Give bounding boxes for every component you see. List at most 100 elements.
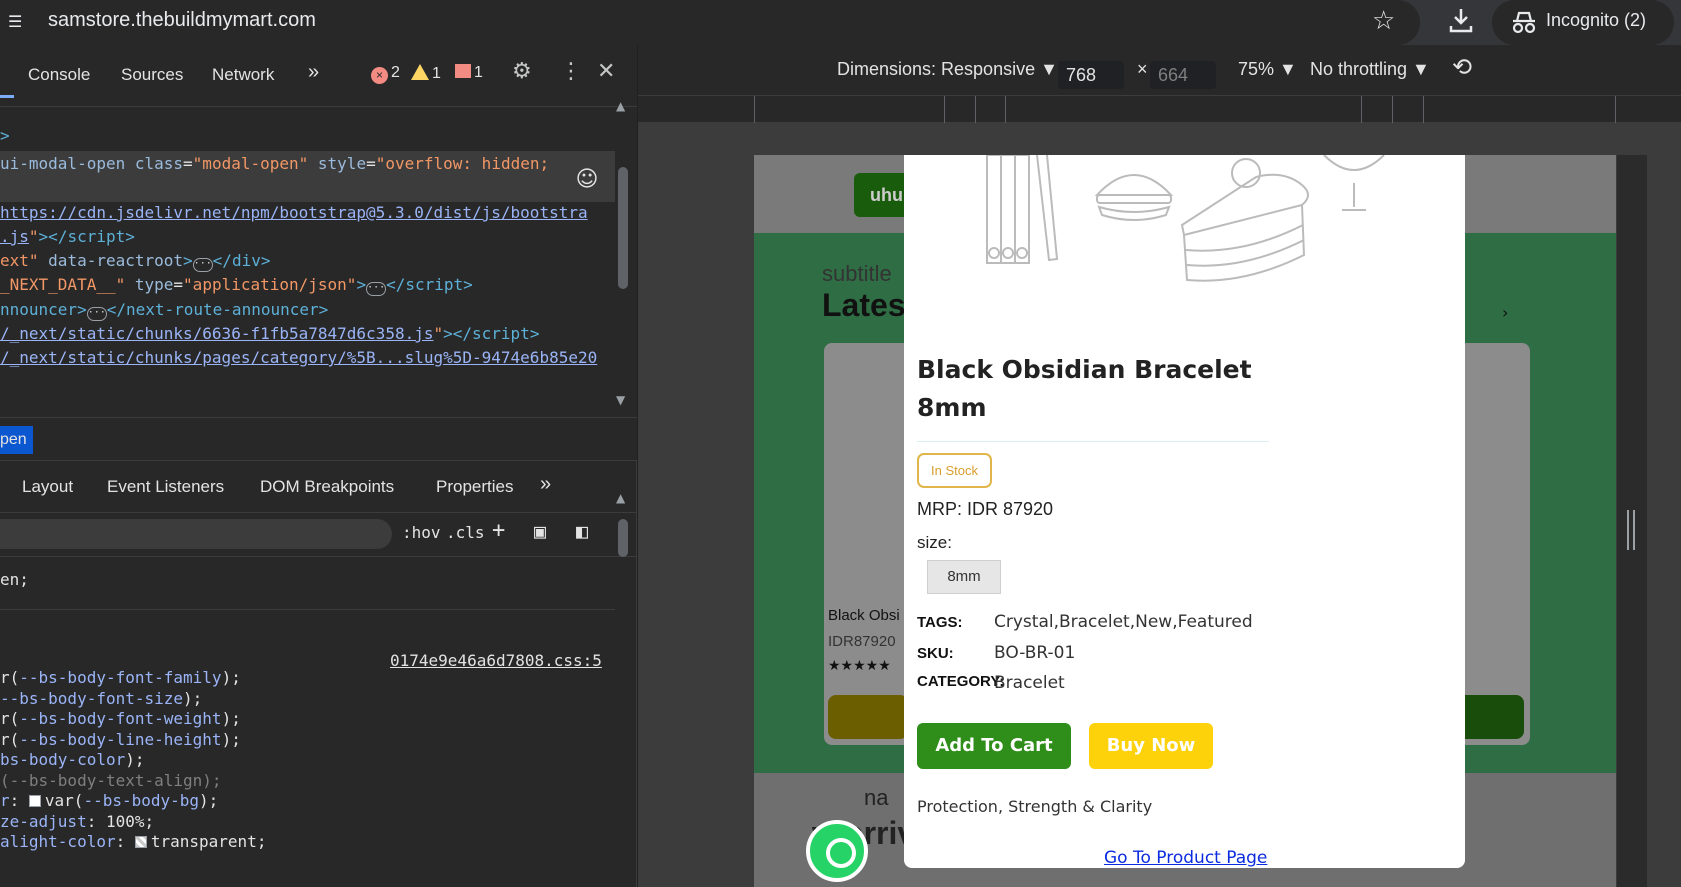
- ruler-tick: [1392, 96, 1393, 124]
- card-product-name: Black Obsi: [828, 607, 900, 624]
- tab-event-listeners[interactable]: Event Listeners: [107, 477, 224, 497]
- tab-properties[interactable]: Properties: [436, 477, 513, 497]
- warning-icon: [411, 64, 429, 80]
- dom-node-line[interactable]: ui-modal-open class="modal-open" style="…: [0, 151, 615, 177]
- css-declaration[interactable]: bs-body-color);: [0, 749, 145, 771]
- issues-count-badge[interactable]: 1: [455, 64, 483, 82]
- css-declaration[interactable]: ze-adjust: 100%;: [0, 811, 154, 833]
- dom-tree[interactable]: > ui-modal-open class="modal-open" style=…: [0, 107, 637, 417]
- tab-layout[interactable]: Layout: [22, 477, 73, 497]
- tab-network[interactable]: Network: [212, 65, 274, 85]
- error-count-badge[interactable]: × 2: [371, 64, 400, 84]
- product-page-link[interactable]: Go To Product Page: [1104, 848, 1267, 868]
- add-to-cart-button[interactable]: Add To Cart: [917, 723, 1071, 769]
- ruler-tick: [944, 96, 945, 124]
- dom-node-line[interactable]: _NEXT_DATA__" type="application/json">··…: [0, 272, 473, 298]
- dom-node-line[interactable]: .js"></script>: [0, 224, 135, 250]
- mrp-value: IDR 87920: [967, 499, 1054, 519]
- dimensions-dropdown[interactable]: Dimensions: Responsive ▼: [837, 59, 1058, 80]
- section2-subtitle: na: [864, 785, 889, 810]
- css-declaration[interactable]: r(--bs-body-font-weight);: [0, 708, 241, 730]
- css-source-link[interactable]: 0174e9e46a6d7808.css:5: [390, 651, 602, 670]
- height-input[interactable]: 664: [1150, 61, 1216, 89]
- scroll-down-arrow[interactable]: ▼: [616, 393, 625, 407]
- throttling-dropdown[interactable]: No throttling ▼: [1310, 59, 1430, 80]
- dom-node-line[interactable]: /_next/static/chunks/6636-f1fb5a7847d6c3…: [0, 321, 539, 347]
- site-info-icon[interactable]: ☰: [8, 12, 30, 32]
- section-title: Lates: [822, 287, 906, 323]
- size-label: size:: [917, 533, 952, 552]
- error-icon: ×: [371, 67, 388, 84]
- browser-topbar: ☰ samstore.thebuildmymart.com ☆ Incognit…: [0, 0, 1681, 45]
- media-query-ruler[interactable]: [638, 95, 1681, 124]
- viewport-resize-handle[interactable]: [1627, 510, 1635, 550]
- css-declaration[interactable]: r(--bs-body-font-family);: [0, 667, 241, 689]
- css-declaration[interactable]: --bs-body-font-size);: [0, 688, 202, 710]
- bookmark-star-icon[interactable]: ☆: [1372, 6, 1395, 36]
- product-description: Protection, Strength & Clarity: [917, 797, 1153, 816]
- hov-button[interactable]: :hov: [402, 523, 441, 542]
- card-buy-button[interactable]: [828, 695, 908, 739]
- paint-icon[interactable]: ▣: [534, 519, 546, 543]
- breadcrumb-selected[interactable]: pen: [0, 426, 33, 454]
- ruler-tick: [1361, 96, 1362, 124]
- more-subtabs-button[interactable]: »: [540, 473, 551, 496]
- whatsapp-icon[interactable]: [806, 820, 868, 882]
- tab-sources[interactable]: Sources: [121, 65, 183, 85]
- card-product-price: IDR87920: [828, 633, 896, 650]
- section-subtitle: subtitle: [822, 261, 892, 286]
- styles-scroll-up-arrow[interactable]: ▲: [616, 491, 625, 505]
- styles-scrollbar[interactable]: [618, 519, 628, 557]
- ruler-tick: [975, 96, 976, 124]
- warning-count-badge[interactable]: 1: [411, 64, 441, 83]
- category-label: CATEGORY:: [917, 673, 1005, 690]
- dimension-times: ×: [1137, 59, 1148, 79]
- new-rule-button[interactable]: +: [492, 518, 505, 543]
- size-option[interactable]: 8mm: [927, 560, 1001, 594]
- ruler-tick: [1615, 96, 1616, 124]
- scroll-up-arrow[interactable]: ▲: [616, 99, 625, 113]
- dom-node-line[interactable]: >: [0, 123, 10, 149]
- zoom-dropdown[interactable]: 75% ▼: [1238, 59, 1297, 80]
- toggle-sidebar-icon[interactable]: ◧: [576, 519, 588, 543]
- accessibility-icon[interactable]: ☺: [568, 161, 606, 199]
- mrp-label: MRP:: [917, 499, 962, 519]
- product-mrp: MRP: IDR 87920: [917, 499, 1053, 520]
- ruler-tick: [754, 96, 755, 124]
- more-options-icon[interactable]: ⋮: [560, 59, 582, 84]
- css-declaration[interactable]: r: var(--bs-body-bg);: [0, 790, 218, 812]
- dom-node-line[interactable]: nnouncer>···</next-route-announcer>: [0, 297, 328, 323]
- styles-filter-input[interactable]: [0, 519, 392, 549]
- css-declaration[interactable]: alight-color: transparent;: [0, 831, 266, 853]
- tab-console[interactable]: Console: [28, 65, 90, 85]
- quick-view-modal: Black Obsidian Bracelet 8mm In Stock MRP…: [904, 155, 1465, 868]
- rotate-icon[interactable]: ⟲: [1452, 53, 1472, 82]
- download-icon[interactable]: [1448, 6, 1474, 34]
- stock-badge: In Stock: [917, 453, 992, 488]
- dom-node-line[interactable]: https://cdn.jsdelivr.net/npm/bootstrap@5…: [0, 200, 588, 226]
- css-declaration[interactable]: (--bs-body-text-align);: [0, 770, 222, 792]
- more-tabs-button[interactable]: »: [308, 61, 319, 84]
- settings-gear-icon[interactable]: ⚙: [512, 59, 532, 84]
- tab-dom-breakpoints[interactable]: DOM Breakpoints: [260, 477, 394, 497]
- css-declaration[interactable]: r(--bs-body-line-height);: [0, 729, 241, 751]
- address-bar[interactable]: ☰ samstore.thebuildmymart.com ☆: [0, 0, 1420, 45]
- active-tab-indicator: [0, 95, 14, 98]
- carousel-next-icon[interactable]: ›: [1502, 303, 1508, 322]
- dom-node-line[interactable]: ext" data-reactroot>···</div>: [0, 248, 270, 274]
- cls-button[interactable]: .cls: [446, 523, 485, 542]
- issues-icon: [455, 64, 471, 78]
- dom-scrollbar[interactable]: [618, 167, 628, 289]
- dom-node-line[interactable]: /_next/static/chunks/pages/category/%5B.…: [0, 345, 597, 371]
- address-url[interactable]: samstore.thebuildmymart.com: [48, 9, 316, 32]
- incognito-button[interactable]: Incognito (2): [1492, 0, 1674, 45]
- incognito-label: Incognito (2): [1546, 10, 1647, 30]
- close-devtools-icon[interactable]: ✕: [597, 59, 615, 84]
- category-value: Bracelet: [994, 673, 1065, 693]
- sku-label: SKU:: [917, 645, 954, 662]
- buy-now-button[interactable]: Buy Now: [1089, 723, 1213, 769]
- product-title: Black Obsidian Bracelet 8mm: [917, 355, 1252, 422]
- css-line: en;: [0, 570, 29, 589]
- dom-node-line[interactable]: [0, 176, 615, 202]
- width-input[interactable]: 768: [1058, 61, 1124, 89]
